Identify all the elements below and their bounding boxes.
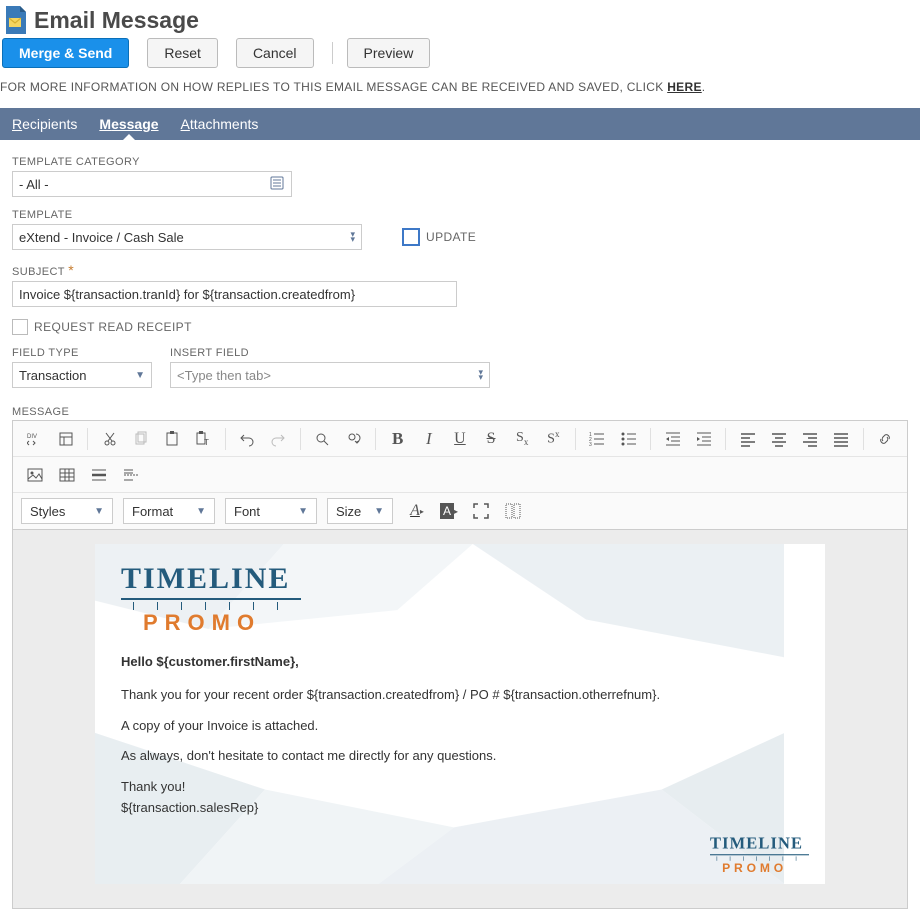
templates-icon[interactable] (52, 425, 79, 453)
page-header: Email Message (0, 0, 920, 38)
field-type-value: Transaction (19, 368, 86, 383)
svg-text:3: 3 (589, 442, 592, 447)
email-preview: TIMELINE PROMO Hello ${customer.firstNam… (95, 544, 825, 884)
logo-promo-text: PROMO (143, 612, 799, 634)
subject-value: Invoice ${transaction.tranId} for ${tran… (19, 287, 355, 302)
subject-input[interactable]: Invoice ${transaction.tranId} for ${tran… (12, 281, 457, 307)
superscript-icon[interactable]: Sx (540, 425, 567, 453)
format-select[interactable]: Format▼ (123, 498, 215, 524)
numbered-list-icon[interactable]: 123 (584, 425, 611, 453)
tab-attachments[interactable]: Attachments (181, 109, 259, 139)
image-icon[interactable] (21, 461, 49, 489)
field-type-label: FIELD TYPE (12, 347, 152, 359)
outdent-icon[interactable] (659, 425, 686, 453)
align-justify-icon[interactable] (828, 425, 855, 453)
redo-icon[interactable] (265, 425, 292, 453)
paste-text-icon[interactable]: T (190, 425, 217, 453)
template-category-select[interactable]: - All - (12, 171, 292, 197)
page-title: Email Message (34, 7, 199, 34)
svg-text:DIV: DIV (27, 434, 37, 440)
preview-button[interactable]: Preview (347, 38, 431, 68)
email-greeting: Hello ${customer.firstName}, (121, 652, 799, 673)
tab-bar: Recipients Message Attachments (0, 108, 920, 140)
email-line3: As always, don't hesitate to contact me … (121, 746, 799, 767)
button-separator (332, 42, 333, 64)
template-select[interactable]: eXtend - Invoice / Cash Sale ▾▾ (12, 224, 362, 250)
chevron-double-icon: ▾▾ (350, 232, 355, 242)
logo-timeline-text: TIMELINE (121, 564, 799, 594)
link-icon[interactable] (872, 425, 899, 453)
email-line2: A copy of your Invoice is attached. (121, 716, 799, 737)
font-select[interactable]: Font▼ (225, 498, 317, 524)
insert-field-placeholder: <Type then tab> (177, 368, 271, 383)
read-receipt-label: REQUEST READ RECEIPT (34, 320, 192, 334)
align-center-icon[interactable] (765, 425, 792, 453)
align-left-icon[interactable] (734, 425, 761, 453)
editor-toolbar: DIV T B I U S Sx Sx 123 (12, 420, 908, 529)
info-link[interactable]: HERE (667, 80, 702, 94)
insert-field-label: INSERT FIELD (170, 347, 490, 359)
align-right-icon[interactable] (797, 425, 824, 453)
copy-icon[interactable] (127, 425, 154, 453)
cancel-button[interactable]: Cancel (236, 38, 314, 68)
pagebreak-icon[interactable] (117, 461, 145, 489)
insert-field-select[interactable]: <Type then tab> ▾▾ (170, 362, 490, 388)
subscript-icon[interactable]: Sx (509, 425, 536, 453)
email-rep: ${transaction.salesRep} (121, 798, 799, 819)
maximize-icon[interactable] (467, 497, 495, 525)
hr-icon[interactable] (85, 461, 113, 489)
italic-icon[interactable]: I (415, 425, 442, 453)
subject-label: SUBJECT * (12, 262, 908, 278)
text-color-icon[interactable]: A▸ (403, 497, 431, 525)
source-icon[interactable]: DIV (21, 425, 48, 453)
bullet-list-icon[interactable] (615, 425, 642, 453)
cut-icon[interactable] (96, 425, 123, 453)
tab-message[interactable]: Message (99, 109, 158, 139)
indent-icon[interactable] (690, 425, 717, 453)
info-text: FOR MORE INFORMATION ON HOW REPLIES TO T… (0, 80, 667, 94)
chevron-double-icon: ▾▾ (478, 370, 483, 380)
info-suffix: . (702, 80, 706, 94)
message-form: TEMPLATE CATEGORY - All - TEMPLATE eXten… (0, 140, 920, 406)
template-category-label: TEMPLATE CATEGORY (12, 156, 908, 168)
underline-icon[interactable]: U (446, 425, 473, 453)
field-type-select[interactable]: Transaction ▼ (12, 362, 152, 388)
bold-icon[interactable]: B (384, 425, 411, 453)
email-thank: Thank you! (121, 777, 799, 798)
paste-icon[interactable] (158, 425, 185, 453)
merge-send-button[interactable]: Merge & Send (2, 38, 129, 68)
svg-text:T: T (204, 438, 209, 447)
logo-main: TIMELINE PROMO (121, 564, 799, 634)
info-line: FOR MORE INFORMATION ON HOW REPLIES TO T… (0, 80, 920, 108)
editor-canvas[interactable]: TIMELINE PROMO Hello ${customer.firstNam… (12, 529, 908, 909)
message-label: MESSAGE (0, 406, 920, 418)
table-icon[interactable] (53, 461, 81, 489)
triangle-down-icon: ▼ (135, 370, 145, 381)
styles-select[interactable]: Styles▼ (21, 498, 113, 524)
strike-icon[interactable]: S (478, 425, 505, 453)
tab-recipients[interactable]: Recipients (12, 109, 77, 139)
find-icon[interactable] (309, 425, 336, 453)
email-line1: Thank you for your recent order ${transa… (121, 685, 799, 706)
logo-footer: TIMELINE PROMO (710, 836, 809, 875)
template-label: TEMPLATE (12, 209, 362, 221)
template-category-value: - All - (19, 177, 49, 192)
show-blocks-icon[interactable] (499, 497, 527, 525)
page-icon (2, 6, 26, 34)
reset-button[interactable]: Reset (147, 38, 218, 68)
size-select[interactable]: Size▼ (327, 498, 393, 524)
list-icon (269, 175, 285, 194)
update-label: UPDATE (426, 230, 476, 244)
update-checkbox[interactable] (402, 228, 420, 246)
read-receipt-checkbox[interactable] (12, 319, 28, 335)
action-buttons: Merge & Send Reset Cancel Preview (0, 38, 920, 80)
template-value: eXtend - Invoice / Cash Sale (19, 230, 184, 245)
bg-color-icon[interactable]: A▸ (435, 497, 463, 525)
replace-icon[interactable] (340, 425, 367, 453)
undo-icon[interactable] (234, 425, 261, 453)
email-body: Hello ${customer.firstName}, Thank you f… (121, 652, 799, 819)
